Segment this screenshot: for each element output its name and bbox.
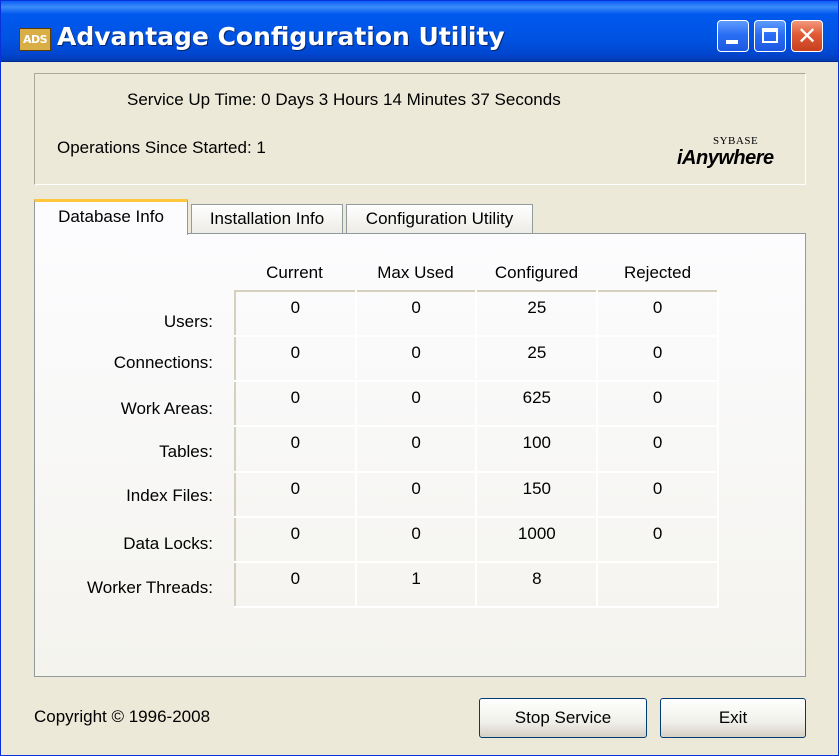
cell-worker-threads-max-used: 1	[354, 560, 478, 609]
uptime-text: Service Up Time: 0 Days 3 Hours 14 Minut…	[127, 90, 561, 109]
cell-worker-threads-rejected	[596, 560, 719, 609]
row-label-work-areas: Work Areas:	[120, 399, 213, 418]
cell-tables-configured: 100	[475, 425, 599, 473]
row-label-connections: Connections:	[113, 353, 213, 372]
close-icon: ✕	[796, 22, 818, 50]
table-row: 0 0 25 0	[234, 289, 719, 338]
cell-work-areas-configured: 625	[475, 380, 599, 428]
cell-connections-rejected: 0	[596, 335, 719, 383]
cell-worker-threads-configured: 8	[475, 560, 599, 609]
col-header-max-used: Max Used	[377, 263, 454, 282]
cell-users-rejected: 0	[596, 289, 719, 338]
sybase-logo-top: SYBASE	[713, 135, 759, 147]
table-row: 0 0 1000 0	[234, 515, 719, 563]
tab-configuration-utility[interactable]: Configuration Utility	[346, 204, 533, 234]
app-icon: ADS	[19, 28, 51, 51]
database-stats-grid: 0 0 25 0 0 0 25 0 0 0 625 0 0 0 100 0 0 …	[234, 289, 719, 609]
table-row: 0 0 150 0	[234, 470, 719, 518]
cell-data-locks-current: 0	[234, 515, 357, 563]
exit-button[interactable]: Exit	[660, 698, 806, 738]
row-label-worker-threads: Worker Threads:	[87, 578, 213, 597]
tab-installation-info[interactable]: Installation Info	[191, 204, 343, 234]
row-label-users: Users:	[163, 312, 213, 331]
cell-users-configured: 25	[475, 289, 599, 338]
cell-work-areas-max-used: 0	[354, 380, 478, 428]
title-bar[interactable]: ADS Advantage Configuration Utility ✕	[1, 1, 838, 62]
cell-users-max-used: 0	[354, 289, 478, 338]
table-row: 0 1 8	[234, 560, 719, 609]
cell-data-locks-rejected: 0	[596, 515, 719, 563]
cell-tables-rejected: 0	[596, 425, 719, 473]
row-label-data-locks: Data Locks:	[123, 534, 213, 553]
ianywhere-logo: iAnywhere	[677, 147, 774, 169]
cell-index-files-rejected: 0	[596, 470, 719, 518]
row-label-tables: Tables:	[159, 442, 213, 461]
col-header-rejected: Rejected	[623, 263, 692, 282]
row-label-index-files: Index Files:	[126, 486, 213, 505]
stop-service-button[interactable]: Stop Service	[479, 698, 647, 738]
tab-database-info[interactable]: Database Info	[34, 199, 188, 235]
col-header-current: Current	[266, 263, 323, 282]
maximize-button[interactable]	[754, 20, 786, 52]
app-window: ADS Advantage Configuration Utility ✕ Se…	[0, 0, 839, 756]
table-row: 0 0 625 0	[234, 380, 719, 428]
cell-data-locks-max-used: 0	[354, 515, 478, 563]
cell-worker-threads-current: 0	[234, 560, 357, 609]
cell-tables-max-used: 0	[354, 425, 478, 473]
col-header-configured: Configured	[494, 263, 579, 282]
cell-connections-current: 0	[234, 335, 357, 383]
table-row: 0 0 100 0	[234, 425, 719, 473]
cell-data-locks-configured: 1000	[475, 515, 599, 563]
minimize-button[interactable]	[717, 20, 749, 52]
cell-tables-current: 0	[234, 425, 357, 473]
copyright-text: Copyright © 1996-2008	[34, 707, 211, 726]
minimize-icon	[726, 40, 738, 44]
window-title: Advantage Configuration Utility	[57, 22, 505, 51]
cell-connections-configured: 25	[475, 335, 599, 383]
cell-index-files-max-used: 0	[354, 470, 478, 518]
operations-text: Operations Since Started: 1	[57, 138, 266, 157]
cell-index-files-configured: 150	[475, 470, 599, 518]
table-row: 0 0 25 0	[234, 335, 719, 383]
cell-index-files-current: 0	[234, 470, 357, 518]
cell-work-areas-current: 0	[234, 380, 357, 428]
cell-connections-max-used: 0	[354, 335, 478, 383]
cell-work-areas-rejected: 0	[596, 380, 719, 428]
cell-users-current: 0	[234, 289, 357, 338]
maximize-icon	[762, 28, 778, 43]
close-button[interactable]: ✕	[791, 20, 823, 52]
